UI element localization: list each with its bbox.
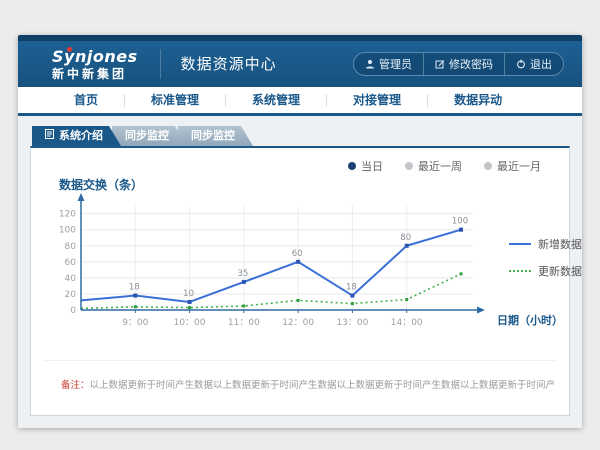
svg-text:12：00: 12：00 <box>282 318 314 328</box>
nav-item-home[interactable]: 首页 <box>48 94 124 107</box>
filter-label: 最近一月 <box>497 158 541 174</box>
svg-text:9：00: 9：00 <box>122 318 148 328</box>
svg-text:18: 18 <box>346 283 357 293</box>
note-label: 备注： <box>61 380 90 391</box>
svg-text:18: 18 <box>129 283 140 293</box>
svg-text:60: 60 <box>65 258 77 268</box>
user-menu: 管理员 修改密码 退出 <box>353 52 564 76</box>
chart-area: 数据交换（条） 0 20 40 60 80 100 120 9：00 10：00 11：00 12：… <box>39 176 561 362</box>
legend-new-data[interactable]: 新增数据 <box>509 236 582 252</box>
legend-label: 更新数据 <box>538 263 582 279</box>
tab-bar: 系统介绍 同步监控 同步监控 <box>32 126 570 146</box>
svg-text:60: 60 <box>292 249 303 259</box>
power-icon <box>516 59 526 69</box>
admin-button[interactable]: 管理员 <box>354 53 423 75</box>
filter-label: 当日 <box>361 158 383 174</box>
tab-label: 同步监控 <box>191 126 235 146</box>
nav-item-standard-mgmt[interactable]: 标准管理 <box>124 94 225 107</box>
tab-label: 系统介绍 <box>59 126 103 146</box>
tab-sync-monitor-1[interactable]: 同步监控 <box>112 126 187 146</box>
blue-line-swatch-icon <box>509 243 531 245</box>
svg-text:11：00: 11：00 <box>228 318 260 328</box>
edit-icon <box>435 59 445 69</box>
radio-icon <box>484 162 492 170</box>
tab-label: 同步监控 <box>125 126 169 146</box>
radio-icon <box>348 162 356 170</box>
svg-text:100: 100 <box>59 226 76 236</box>
nav-item-data-changes[interactable]: 数据异动 <box>427 94 528 107</box>
company-logo[interactable]: Synjones 新中新集团 <box>52 49 138 80</box>
logo-text: Synjones <box>52 49 138 65</box>
chart-panel: 当日 最近一周 最近一月 数据交换（条） 0 20 40 60 80 100 120 9：00… <box>30 146 570 416</box>
svg-text:80: 80 <box>65 242 77 252</box>
time-range-filters: 当日 最近一周 最近一月 <box>348 158 541 174</box>
svg-text:40: 40 <box>65 274 77 284</box>
svg-text:13：00: 13：00 <box>336 318 368 328</box>
svg-text:0: 0 <box>70 306 76 316</box>
change-password-label: 修改密码 <box>449 56 493 72</box>
footer-note: 备注：以上数据更新于时间产生数据以上数据更新于时间产生数据以上数据更新于时间产生… <box>45 360 555 391</box>
x-axis-title: 日期（小时） <box>497 312 563 328</box>
filter-label: 最近一周 <box>418 158 462 174</box>
user-icon <box>365 59 375 69</box>
note-text: 以上数据更新于时间产生数据以上数据更新于时间产生数据以上数据更新于时间产生数据以… <box>90 380 555 391</box>
admin-label: 管理员 <box>379 56 412 72</box>
app-window: Synjones 新中新集团 数据资源中心 管理员 修改密码 <box>18 35 582 428</box>
tab-sync-monitor-2[interactable]: 同步监控 <box>178 126 253 146</box>
legend-label: 新增数据 <box>538 236 582 252</box>
tab-system-intro[interactable]: 系统介绍 <box>32 126 121 146</box>
nav-item-integration-mgmt[interactable]: 对接管理 <box>326 94 427 107</box>
filter-today[interactable]: 当日 <box>348 158 383 174</box>
line-chart: 0 20 40 60 80 100 120 9：00 10：00 11：00 12：00 13：00 1… <box>45 192 505 344</box>
nav-item-system-mgmt[interactable]: 系统管理 <box>225 94 326 107</box>
svg-text:20: 20 <box>65 290 77 300</box>
page-title: 数据资源中心 <box>160 49 277 79</box>
logo-subtitle: 新中新集团 <box>52 68 138 80</box>
svg-text:120: 120 <box>59 210 76 220</box>
svg-text:80: 80 <box>400 233 411 243</box>
change-password-button[interactable]: 修改密码 <box>423 53 504 75</box>
logout-button[interactable]: 退出 <box>504 53 563 75</box>
header: Synjones 新中新集团 数据资源中心 管理员 修改密码 <box>18 41 582 87</box>
main-nav: 首页 标准管理 系统管理 对接管理 数据异动 <box>18 87 582 116</box>
svg-text:10: 10 <box>183 289 194 299</box>
svg-text:10：00: 10：00 <box>174 318 206 328</box>
radio-icon <box>405 162 413 170</box>
svg-text:35: 35 <box>237 269 248 279</box>
logo-red-dot-icon <box>67 47 72 52</box>
filter-last-week[interactable]: 最近一周 <box>405 158 462 174</box>
chart-legend: 新增数据 更新数据 <box>509 236 582 290</box>
filter-last-month[interactable]: 最近一月 <box>484 158 541 174</box>
document-icon <box>45 126 54 146</box>
green-dotted-swatch-icon <box>509 270 531 272</box>
content-area: 系统介绍 同步监控 同步监控 当日 最近一周 <box>18 116 582 428</box>
svg-text:14：00: 14：00 <box>391 318 423 328</box>
y-axis-title: 数据交换（条） <box>59 176 143 193</box>
logout-label: 退出 <box>530 56 552 72</box>
svg-text:100: 100 <box>452 217 468 227</box>
legend-updated-data[interactable]: 更新数据 <box>509 263 582 279</box>
